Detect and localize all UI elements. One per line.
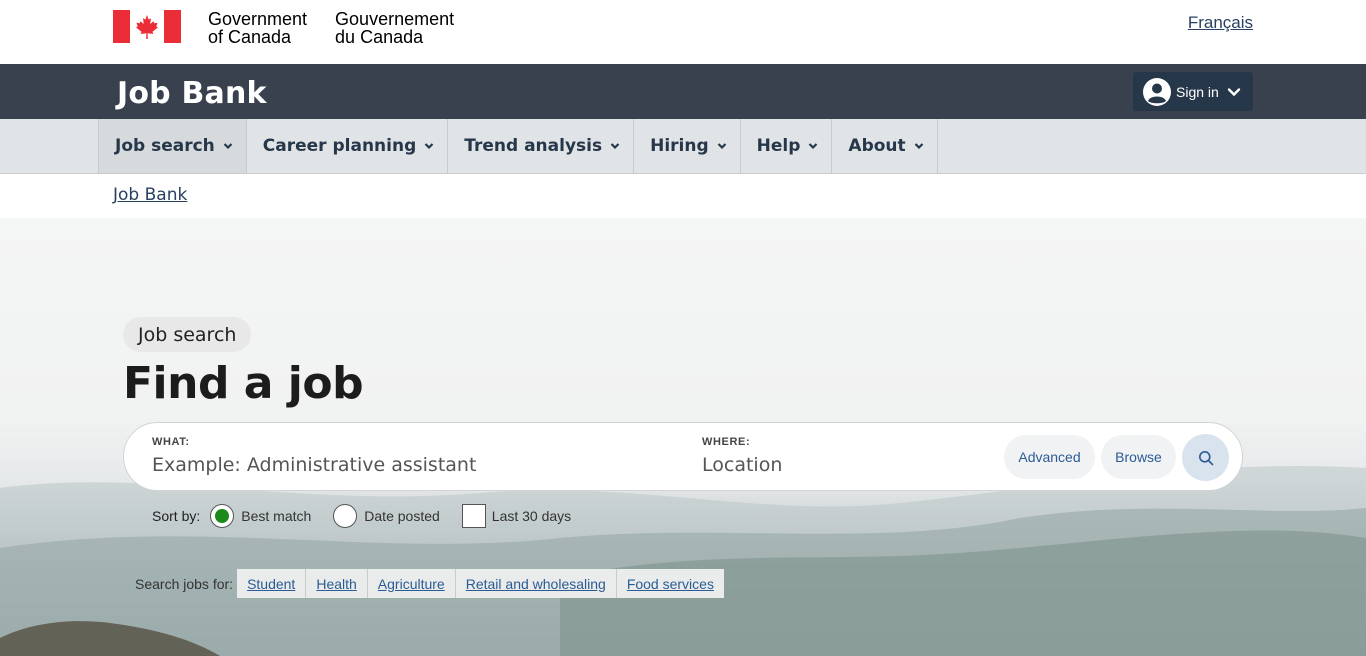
sort-date-posted-label[interactable]: Date posted [364, 508, 440, 524]
chevron-down-icon [223, 143, 233, 150]
nav-item-hiring[interactable]: Hiring [634, 119, 741, 173]
nav-item-career-planning[interactable]: Career planning [247, 119, 449, 173]
breadcrumb: Job Bank [0, 174, 1366, 218]
last-30-days-checkbox[interactable] [461, 504, 486, 528]
hero-section: Job search Find a job WHAT: WHERE: Advan… [0, 218, 1366, 656]
nav-item-label: Trend analysis [464, 136, 603, 156]
quick-link-agriculture[interactable]: Agriculture [368, 569, 456, 598]
sort-best-match-radio[interactable] [210, 504, 235, 528]
chevron-down-icon [914, 143, 923, 150]
quick-link-retail-and-wholesaling[interactable]: Retail and wholesaling [456, 569, 617, 598]
user-avatar-icon [1143, 77, 1171, 106]
breadcrumb-item-job-bank[interactable]: Job Bank [113, 185, 187, 205]
quick-search-links: Search jobs for: Student Health Agricult… [135, 569, 724, 598]
job-search-form: WHAT: WHERE: Advanced Browse [123, 422, 1243, 491]
government-of-canada-logo[interactable]: Government of Canada Gouvernement du Can… [113, 10, 454, 46]
page-title: Find a job [123, 358, 364, 409]
nav-item-trend-analysis[interactable]: Trend analysis [448, 119, 635, 173]
main-nav: Job search Career planning Trend analysi… [0, 119, 1366, 174]
sign-in-button[interactable]: Sign in [1133, 72, 1253, 111]
nav-item-label: Help [756, 136, 801, 156]
language-toggle-link[interactable]: Français [1188, 13, 1253, 33]
canada-flag-icon [113, 10, 181, 43]
nav-item-job-search[interactable]: Job search [98, 119, 247, 173]
quick-link-health[interactable]: Health [306, 569, 368, 598]
quick-link-student[interactable]: Student [237, 569, 307, 598]
gov-en-line1: Government [208, 9, 308, 29]
main-nav-list: Job search Career planning Trend analysi… [98, 119, 938, 173]
quick-search-label: Search jobs for: [135, 575, 234, 592]
advanced-search-button[interactable]: Advanced [1004, 435, 1095, 479]
chevron-down-icon [424, 143, 434, 150]
nav-item-label: Hiring [650, 136, 709, 156]
nav-item-about[interactable]: About [832, 119, 938, 173]
where-input[interactable] [702, 454, 972, 476]
sort-options: Sort by: Best match Date posted Last 30 … [152, 504, 593, 528]
chevron-down-icon [717, 143, 726, 150]
nav-item-label: Career planning [262, 136, 417, 156]
nav-item-help[interactable]: Help [741, 119, 833, 173]
gov-name-en: Government of Canada [208, 10, 307, 46]
nav-item-label: About [848, 136, 906, 156]
gov-fr-line2: du Canada [335, 27, 424, 47]
search-button[interactable] [1182, 434, 1229, 481]
browse-button[interactable]: Browse [1101, 435, 1176, 479]
quick-link-food-services[interactable]: Food services [617, 569, 724, 598]
gov-fr-line1: Gouvernement [335, 9, 455, 29]
gov-banner: Government of Canada Gouvernement du Can… [0, 0, 1366, 64]
chevron-down-icon [1227, 87, 1241, 96]
last-30-days-label[interactable]: Last 30 days [492, 508, 571, 524]
quick-search-list: Student Health Agriculture Retail and wh… [237, 569, 724, 598]
sort-date-posted-radio[interactable] [333, 504, 358, 528]
where-label: WHERE: [702, 436, 751, 448]
app-bar: Job Bank Sign in [0, 64, 1366, 119]
chevron-down-icon [610, 143, 620, 150]
hero-chip-job-search: Job search [123, 317, 252, 352]
search-icon [1198, 450, 1213, 465]
sign-in-label: Sign in [1176, 83, 1219, 100]
sort-label: Sort by: [152, 508, 201, 524]
gov-en-line2: of Canada [208, 27, 292, 47]
gov-name-fr: Gouvernement du Canada [335, 10, 454, 46]
what-input[interactable] [152, 454, 672, 476]
where-field: WHERE: [702, 436, 972, 476]
app-title[interactable]: Job Bank [117, 76, 267, 111]
what-label: WHAT: [152, 436, 190, 448]
nav-item-label: Job search [115, 136, 215, 156]
what-field: WHAT: [152, 436, 672, 476]
sort-best-match-label[interactable]: Best match [241, 508, 311, 524]
chevron-down-icon [809, 143, 818, 150]
